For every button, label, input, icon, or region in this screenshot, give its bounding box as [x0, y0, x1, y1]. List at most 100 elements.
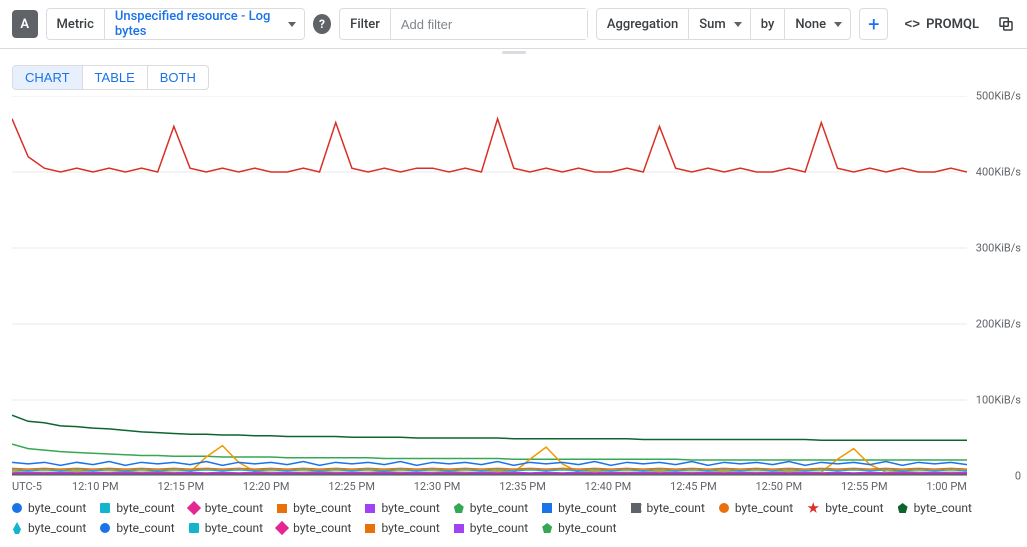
filter-input[interactable] [391, 9, 587, 39]
y-tick-label: 200KiB/s [976, 318, 1021, 331]
y-tick-label: 100KiB/s [976, 394, 1021, 407]
x-tick-label: 12:10 PM [72, 480, 119, 493]
legend-label: byte_count [825, 501, 883, 515]
y-tick-label: 400KiB/s [976, 166, 1021, 179]
metric-value[interactable]: Unspecified resource - Log bytes [105, 9, 304, 39]
plus-icon: + [868, 14, 879, 34]
metric-value-text: Unspecified resource - Log bytes [115, 9, 280, 39]
legend-swatch [365, 524, 375, 533]
x-tick-label: 12:45 PM [670, 480, 717, 493]
legend-item[interactable]: byte_count [12, 521, 86, 535]
query-letter-badge: A [12, 10, 38, 38]
legend-label: byte_count [116, 521, 174, 535]
legend-item[interactable]: byte_count [12, 501, 86, 515]
legend-swatch [542, 523, 552, 533]
series-line[interactable] [12, 468, 967, 469]
help-icon[interactable]: ? [313, 14, 331, 34]
series-line[interactable] [12, 472, 967, 473]
legend-item[interactable]: byte_count [277, 501, 351, 515]
legend-item[interactable]: byte_count [454, 501, 528, 515]
legend-swatch [12, 522, 22, 534]
tab-both[interactable]: BOTH [148, 65, 209, 90]
x-tick-label: 12:50 PM [756, 480, 803, 493]
legend-item[interactable]: byte_count [365, 521, 439, 535]
aggregation-label: Aggregation [597, 9, 689, 39]
aggregation-value[interactable]: Sum [689, 9, 749, 39]
legend-label: byte_count [116, 501, 174, 515]
series-line[interactable] [12, 470, 967, 471]
chart-legend: byte_count byte_count byte_count byte_count… [0, 493, 1027, 547]
code-icon: <> [904, 17, 920, 32]
x-axis: UTC-5 12:10 PM12:15 PM12:20 PM12:25 PM12… [0, 476, 1027, 493]
y-tick-label: 500KiB/s [976, 90, 1021, 103]
legend-item[interactable]: byte_count [100, 501, 174, 515]
series-line[interactable] [12, 415, 967, 440]
promql-toggle[interactable]: <> PROMQL [904, 17, 979, 32]
filter-label: Filter [340, 9, 391, 39]
legend-item[interactable]: byte_count [542, 501, 616, 515]
add-query-button[interactable]: + [859, 8, 888, 40]
legend-swatch [187, 501, 201, 515]
legend-item[interactable]: byte_count [719, 501, 793, 515]
legend-label: byte_count [558, 501, 616, 515]
legend-label: byte_count [205, 501, 263, 515]
x-axis-ticks: 12:10 PM12:15 PM12:20 PM12:25 PM12:30 PM… [72, 480, 967, 493]
legend-item[interactable]: byte_count [365, 501, 439, 515]
legend-swatch [277, 504, 287, 513]
chevron-down-icon [834, 22, 842, 27]
legend-swatch [100, 503, 110, 513]
groupby-label: by [750, 9, 786, 39]
legend-item[interactable]: byte_count [542, 521, 616, 535]
y-tick-label: 0 [1015, 470, 1021, 483]
x-tick-label: 12:35 PM [499, 480, 546, 493]
aggregation-selector[interactable]: Aggregation Sum by None [596, 8, 851, 40]
x-tick-label: 1:00 PM [926, 480, 966, 493]
line-chart[interactable] [12, 96, 967, 476]
legend-item[interactable]: byte_count [277, 521, 351, 535]
x-tick-label: 12:40 PM [585, 480, 632, 493]
legend-swatch [719, 503, 729, 513]
legend-item[interactable]: byte_count [189, 521, 263, 535]
legend-item[interactable]: byte_count [100, 521, 174, 535]
chevron-down-icon [734, 22, 742, 27]
chart-area: 0100KiB/s200KiB/s300KiB/s400KiB/s500KiB/… [0, 96, 1027, 476]
legend-swatch [12, 503, 22, 513]
legend-label: byte_count [381, 521, 439, 535]
x-tick-label: 12:55 PM [841, 480, 888, 493]
legend-swatch [365, 504, 375, 513]
legend-item[interactable]: byte_count [631, 501, 705, 515]
copy-icon[interactable] [997, 15, 1015, 33]
legend-swatch [454, 524, 464, 533]
x-tick-label: 12:15 PM [157, 480, 204, 493]
legend-item[interactable]: byte_count [189, 501, 263, 515]
y-axis-labels: 0100KiB/s200KiB/s300KiB/s400KiB/s500KiB/… [969, 96, 1021, 476]
timezone-label: UTC-5 [12, 480, 72, 493]
series-line[interactable] [12, 444, 967, 460]
metric-label: Metric [47, 9, 105, 39]
y-tick-label: 300KiB/s [976, 242, 1021, 255]
aggregation-value-text: Sum [699, 17, 725, 32]
tab-chart[interactable]: CHART [12, 65, 83, 90]
legend-swatch [100, 523, 110, 533]
view-tabs: CHART TABLE BOTH [0, 55, 1027, 96]
legend-label: byte_count [735, 501, 793, 515]
series-line[interactable] [12, 462, 967, 466]
groupby-value-text: None [795, 17, 826, 32]
filter-box[interactable]: Filter [339, 8, 588, 40]
legend-item[interactable]: byte_count [898, 501, 972, 515]
tab-table[interactable]: TABLE [83, 65, 148, 90]
legend-item[interactable]: byte_count [807, 501, 883, 515]
x-tick-label: 12:25 PM [328, 480, 375, 493]
groupby-value[interactable]: None [785, 9, 850, 39]
x-tick-label: 12:30 PM [414, 480, 461, 493]
metric-selector[interactable]: Metric Unspecified resource - Log bytes [46, 8, 305, 40]
legend-item[interactable]: byte_count [454, 521, 528, 535]
legend-swatch [275, 521, 289, 535]
promql-label: PROMQL [926, 17, 979, 32]
legend-swatch [898, 503, 908, 513]
series-line[interactable] [12, 119, 967, 172]
chevron-down-icon [288, 22, 296, 27]
legend-swatch [454, 503, 464, 513]
legend-label: byte_count [470, 501, 528, 515]
legend-label: byte_count [647, 501, 705, 515]
